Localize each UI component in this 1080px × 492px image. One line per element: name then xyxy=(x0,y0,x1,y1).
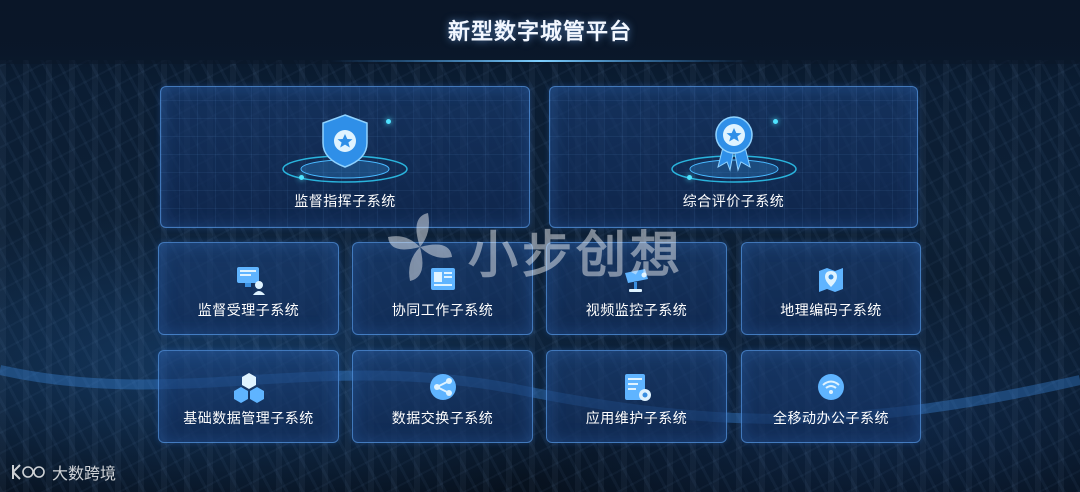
card-label: 监督受理子系统 xyxy=(197,303,300,319)
card-geo-encoding[interactable]: 地理编码子系统 xyxy=(741,242,921,335)
page-title: 新型数字城管平台 xyxy=(447,20,632,45)
pinwheel-logo-icon xyxy=(388,213,452,281)
indicator-dot xyxy=(386,119,391,124)
indicator-dot xyxy=(773,119,778,124)
card-label: 视频监控子系统 xyxy=(585,303,688,319)
card-label: 地理编码子系统 xyxy=(780,303,882,319)
card-label: 协同工作子系统 xyxy=(391,303,494,319)
cubes-icon xyxy=(233,373,264,403)
medal-star-icon xyxy=(670,116,797,183)
map-pin-icon xyxy=(819,268,843,292)
card-label: 数据交换子系统 xyxy=(391,411,494,427)
footer-brand-text: 大数跨境 xyxy=(52,464,117,483)
shield-star-icon xyxy=(282,114,408,183)
watermark-text: 小步创想 xyxy=(468,226,684,284)
card-mobile-office[interactable]: 全移动办公子系统 xyxy=(741,350,921,443)
header-bar: 新型数字城管平台 xyxy=(0,0,1080,64)
document-settings-icon xyxy=(624,374,651,401)
card-label: 全移动办公子系统 xyxy=(773,411,889,427)
watermark: 小步创想 xyxy=(380,205,700,290)
wifi-signal-icon xyxy=(818,374,844,400)
title-underline xyxy=(330,60,750,62)
card-supervision-acceptance[interactable]: 监督受理子系统 xyxy=(158,242,339,335)
indicator-dot xyxy=(299,175,304,180)
brand-logo-icon xyxy=(12,464,45,480)
card-label: 应用维护子系统 xyxy=(585,411,688,427)
card-application-maintenance[interactable]: 应用维护子系统 xyxy=(546,350,727,443)
computer-user-icon xyxy=(236,267,265,295)
indicator-dot xyxy=(687,175,692,180)
card-data-exchange[interactable]: 数据交换子系统 xyxy=(352,350,533,443)
share-nodes-icon xyxy=(429,374,456,400)
card-label: 基础数据管理子系统 xyxy=(183,411,314,427)
footer-brand: 大数跨境 xyxy=(10,458,116,486)
card-basic-data-management[interactable]: 基础数据管理子系统 xyxy=(158,350,339,443)
